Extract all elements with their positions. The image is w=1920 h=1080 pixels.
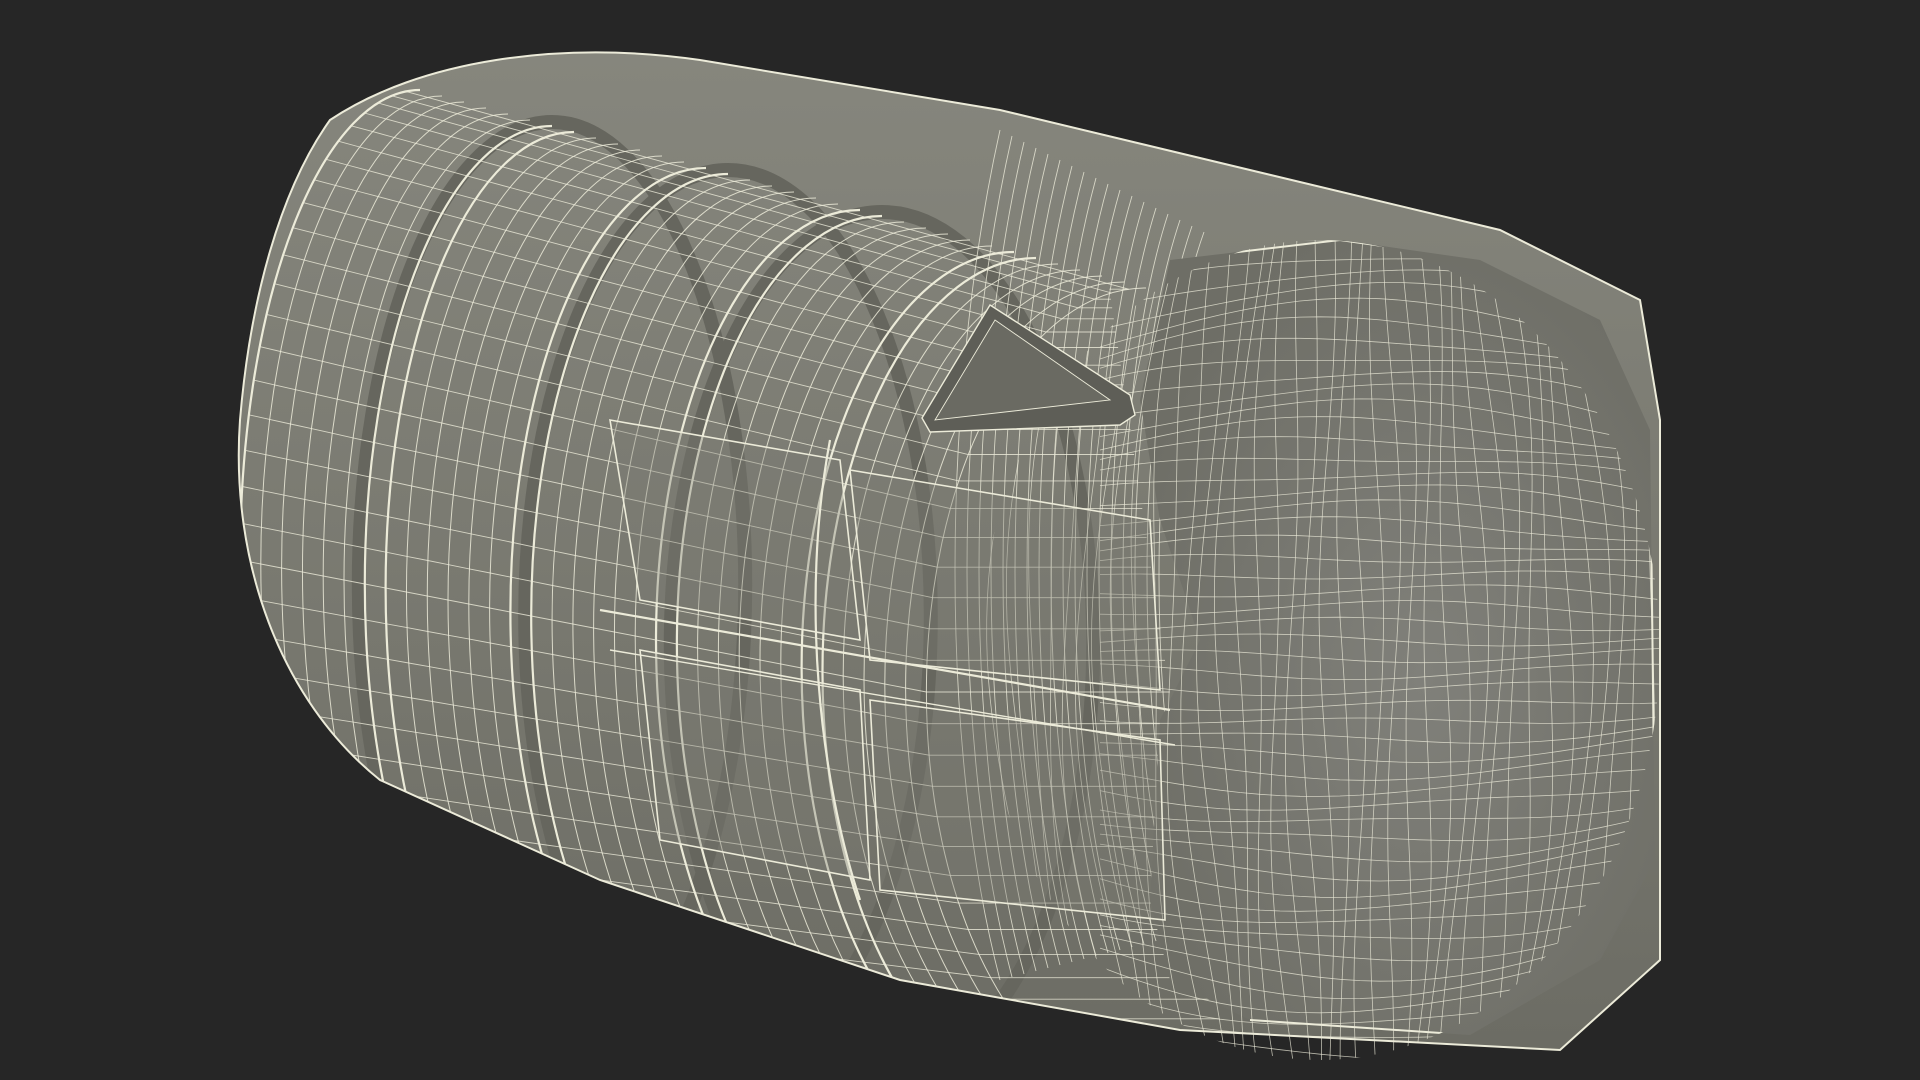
wireframe-model-render (237, 51, 1742, 1060)
parallel-line (377, 1016, 1229, 1050)
parallel-line (391, 1023, 1230, 1050)
render-viewport (0, 0, 1920, 1080)
parallel-line (405, 1028, 1231, 1050)
cap-mesh-line (1664, 220, 1742, 1060)
parallel-line (364, 1006, 1228, 1050)
